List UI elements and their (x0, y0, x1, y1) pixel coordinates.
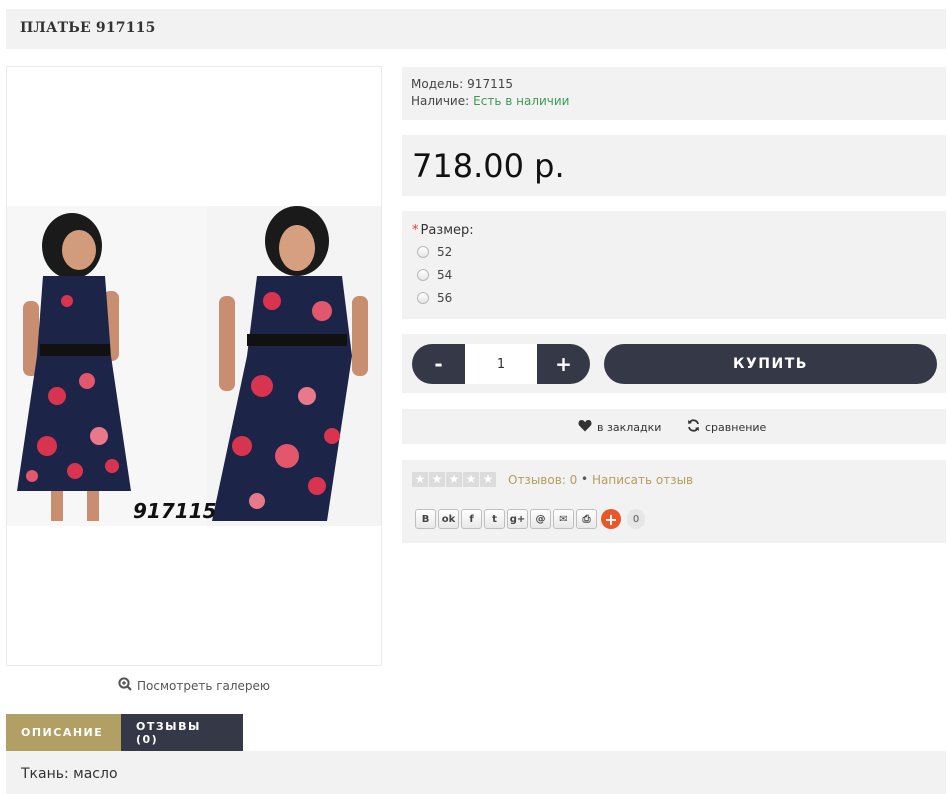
product-image-box[interactable]: 917115 (6, 66, 382, 666)
size-options-panel: * Размер: 52 54 56 (402, 211, 946, 319)
size-radio[interactable] (417, 269, 429, 281)
size-option-54[interactable]: 54 (417, 268, 452, 282)
size-option-56[interactable]: 56 (417, 291, 452, 305)
star-icon: ★ (412, 472, 428, 487)
odnoklassniki-icon[interactable]: ok (438, 509, 459, 529)
add-to-wishlist-button[interactable]: в закладки (578, 419, 661, 435)
tab-description[interactable]: ОПИСАНИЕ (6, 714, 121, 751)
quantity-increase-button[interactable]: + (537, 344, 590, 384)
compare-label: сравнение (705, 420, 767, 434)
size-option-label: 54 (437, 268, 453, 282)
description-panel: Ткань: масло (6, 751, 946, 794)
rating-stars: ★ ★ ★ ★ ★ (412, 472, 496, 487)
product-price: 718.00 р. (412, 147, 565, 185)
vk-icon[interactable]: В (415, 509, 436, 529)
facebook-icon[interactable]: f (461, 509, 482, 529)
quantity-stepper: - 1 + (412, 344, 590, 384)
description-text: Ткань: масло (21, 766, 118, 782)
photo-code-label: 917115 (133, 499, 217, 523)
share-more-icon[interactable]: + (601, 509, 621, 529)
write-review-link[interactable]: Написать отзыв (592, 473, 693, 487)
price-panel: 718.00 р. (402, 135, 946, 196)
product-photo[interactable]: 917115 (7, 206, 381, 526)
buy-button[interactable]: КУПИТЬ (604, 344, 937, 384)
product-info-panel: Модель: 917115 Наличие: Есть в наличии (402, 67, 946, 120)
tab-reviews[interactable]: ОТЗЫВЫ (0) (121, 714, 243, 751)
size-option-label: 56 (437, 291, 453, 305)
print-icon[interactable]: ⎙ (576, 509, 597, 529)
page-title: ПЛАТЬЕ 917115 (20, 20, 156, 36)
cart-panel: - 1 + КУПИТЬ (402, 334, 946, 393)
required-mark: * (412, 223, 419, 238)
wishlist-label: в закладки (597, 420, 662, 434)
share-count: 0 (627, 509, 645, 529)
heart-icon (578, 419, 592, 435)
stock-row: Наличие: Есть в наличии (411, 94, 569, 108)
reviews-share-panel: ★ ★ ★ ★ ★ Отзывов: 0 • Написать отзыв В … (402, 460, 946, 543)
email-icon[interactable]: ✉ (553, 509, 574, 529)
zoom-in-icon (118, 677, 132, 694)
model-row: Модель: 917115 (411, 77, 513, 91)
reviews-count-link[interactable]: Отзывов: 0 (508, 473, 577, 487)
size-option-label: 52 (437, 245, 453, 259)
product-tabs: ОПИСАНИЕ ОТЗЫВЫ (0) (6, 714, 243, 751)
quantity-decrease-button[interactable]: - (412, 344, 465, 384)
star-icon: ★ (463, 472, 479, 487)
stock-status: Есть в наличии (473, 94, 570, 108)
twitter-icon[interactable]: t (484, 509, 505, 529)
size-radio[interactable] (417, 292, 429, 304)
title-bar: ПЛАТЬЕ 917115 (6, 9, 946, 49)
view-gallery-label: Посмотреть галерею (137, 678, 271, 693)
mail-ru-icon[interactable]: @ (530, 509, 551, 529)
view-gallery-link[interactable]: Посмотреть галерею (118, 677, 270, 694)
stock-label: Наличие: (411, 94, 470, 108)
quantity-input[interactable]: 1 (465, 344, 537, 384)
size-label: * Размер: (412, 223, 474, 238)
google-plus-icon[interactable]: g+ (507, 509, 528, 529)
star-icon: ★ (480, 472, 496, 487)
size-label-text: Размер: (420, 223, 474, 238)
model-value: 917115 (467, 77, 513, 91)
add-to-compare-button[interactable]: сравнение (687, 419, 766, 435)
refresh-icon (687, 419, 700, 435)
model-label: Модель: (411, 77, 464, 91)
star-icon: ★ (446, 472, 462, 487)
share-buttons: В ok f t g+ @ ✉ ⎙ + 0 (415, 509, 645, 529)
size-radio[interactable] (417, 246, 429, 258)
star-icon: ★ (429, 472, 445, 487)
size-option-52[interactable]: 52 (417, 245, 452, 259)
wishlist-compare-panel: в закладки сравнение (402, 409, 946, 444)
reviews-separator: • (581, 472, 589, 486)
